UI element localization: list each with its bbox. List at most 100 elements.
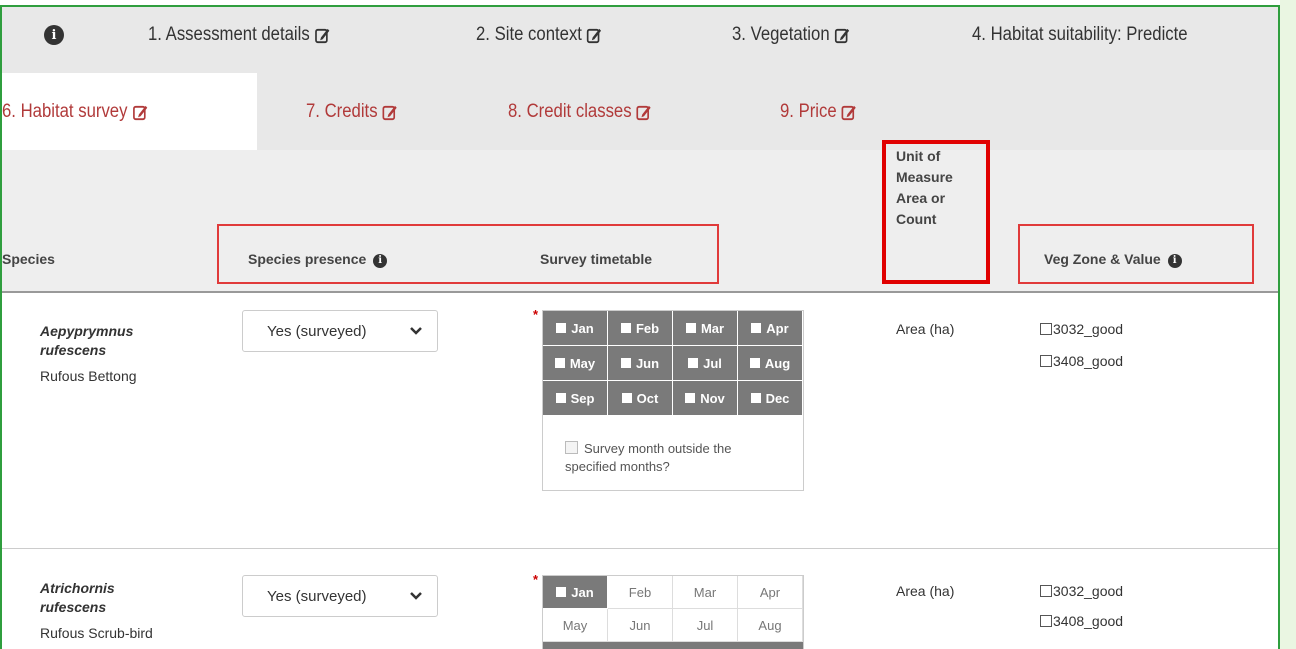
checkbox[interactable]	[1040, 355, 1052, 367]
tab-label: 8. Credit classes	[508, 101, 632, 122]
month-checkbox[interactable]: Dec	[738, 381, 803, 416]
tab-assessment-details[interactable]: 1. Assessment details	[148, 23, 331, 47]
month-option[interactable]: May	[543, 609, 608, 642]
month-checkbox[interactable]: Nov	[673, 381, 738, 416]
edit-icon	[382, 105, 398, 120]
month-grid: Jan Feb Mar Apr May Jun Jul Aug Sep Oct …	[543, 311, 803, 416]
latin-line: Aepyprymnus	[40, 323, 134, 339]
select-value: Yes (surveyed)	[267, 587, 367, 605]
month-label: Feb	[628, 584, 652, 600]
month-option[interactable]: Feb	[608, 576, 673, 609]
month-checkbox[interactable]: Oct	[608, 381, 673, 416]
month-checkbox[interactable]: Mar	[673, 311, 738, 346]
header-species: Species	[2, 251, 55, 267]
tab-credit-classes[interactable]: 8. Credit classes	[508, 100, 653, 124]
month-option[interactable]: Jul	[673, 609, 738, 642]
month-label: Sep	[570, 390, 595, 406]
month-label: Jan	[571, 320, 594, 336]
latin-line: rufescens	[40, 599, 107, 615]
month-label: Jul	[696, 617, 714, 633]
header-divider	[2, 291, 1278, 293]
header-label: Veg Zone & Value	[1044, 251, 1161, 267]
header-line: Count	[896, 211, 937, 227]
veg-zone-checkbox[interactable]: 3032_good	[1040, 321, 1123, 337]
tab-label: 2. Site context	[476, 24, 582, 45]
checkbox[interactable]	[1040, 615, 1052, 627]
month-grid-next-row	[543, 642, 803, 649]
species-latin-name: Atrichornis rufescens	[40, 579, 115, 617]
tab-label: 7. Credits	[306, 101, 378, 122]
month-checkbox[interactable]: Jan	[543, 576, 608, 609]
month-grid: Jan Feb Mar Apr May Jun Jul Aug	[543, 576, 803, 642]
table-header: Species Species presence i Survey timeta…	[2, 140, 1278, 292]
month-checkbox[interactable]: Feb	[608, 311, 673, 346]
tab-label: 9. Price	[780, 101, 837, 122]
checkbox[interactable]	[1040, 585, 1052, 597]
edit-icon	[834, 28, 850, 43]
month-option[interactable]: Aug	[738, 609, 803, 642]
month-checkbox[interactable]: Jul	[673, 346, 738, 381]
unit-of-measure-value: Area (ha)	[896, 321, 955, 337]
tab-label: 1. Assessment details	[148, 24, 310, 45]
month-label: Aug	[764, 355, 791, 371]
assessment-frame: i 1. Assessment details 2. Site context …	[0, 5, 1280, 649]
veg-zone-checkbox[interactable]: 3408_good	[1040, 353, 1123, 369]
month-label: Apr	[759, 584, 781, 600]
month-label: Jul	[703, 355, 722, 371]
tab-vegetation[interactable]: 3. Vegetation	[732, 23, 851, 47]
month-option[interactable]: Jun	[608, 609, 673, 642]
month-label: Feb	[635, 320, 660, 336]
info-icon[interactable]: i	[44, 25, 64, 45]
month-checkbox[interactable]: Sep	[543, 381, 608, 416]
required-asterisk: *	[533, 572, 539, 587]
veg-zone-checkbox[interactable]: 3032_good	[1040, 583, 1123, 599]
tab-price[interactable]: 9. Price	[780, 100, 858, 124]
month-label: Apr	[766, 320, 789, 336]
month-label: Oct	[636, 390, 659, 406]
species-presence-select[interactable]: Yes (surveyed)	[242, 575, 438, 617]
tab-label: 6. Habitat survey	[2, 101, 128, 122]
month-checkbox[interactable]: Aug	[738, 346, 803, 381]
header-species-presence: Species presence i	[248, 251, 388, 268]
info-icon[interactable]: i	[373, 254, 388, 268]
survey-timetable-calendar: Jan Feb Mar Apr May Jun Jul Aug Sep Oct …	[542, 310, 804, 491]
month-checkbox[interactable]: Jan	[543, 311, 608, 346]
header-line: Measure	[896, 169, 953, 185]
header-line: Area or	[896, 190, 946, 206]
month-option[interactable]: Mar	[673, 576, 738, 609]
checkbox[interactable]	[1040, 323, 1052, 335]
tab-habitat-survey[interactable]: 6. Habitat survey	[2, 100, 149, 124]
species-common-name: Rufous Bettong	[40, 368, 137, 384]
tab-label: 4. Habitat suitability: Predicte	[972, 24, 1188, 45]
outside-months-label: Survey month outside the specified month…	[565, 441, 732, 474]
species-presence-select[interactable]: Yes (surveyed)	[242, 310, 438, 352]
right-side-panel-strip	[1280, 0, 1296, 649]
unit-of-measure-value: Area (ha)	[896, 583, 955, 599]
species-common-name: Rufous Scrub-bird	[40, 625, 153, 641]
survey-timetable-calendar: Jan Feb Mar Apr May Jun Jul Aug	[542, 575, 804, 649]
outside-months-checkbox[interactable]	[565, 441, 578, 454]
species-latin-name: Aepyprymnus rufescens	[40, 322, 133, 360]
tab-habitat-suitability[interactable]: 4. Habitat suitability: Predicte	[972, 23, 1188, 47]
month-checkbox[interactable]: Apr	[738, 311, 803, 346]
info-icon[interactable]: i	[1167, 254, 1182, 268]
edit-icon	[314, 28, 330, 43]
edit-icon	[587, 28, 602, 43]
tab-credits[interactable]: 7. Credits	[306, 100, 399, 124]
header-label: Species presence	[248, 251, 367, 267]
month-option[interactable]: Apr	[738, 576, 803, 609]
chevron-down-icon	[410, 592, 422, 600]
month-label: Jan	[571, 584, 594, 600]
header-unit-of-measure: Unit of Measure Area or Count	[896, 146, 953, 230]
tab-site-context[interactable]: 2. Site context	[476, 23, 603, 47]
veg-zone-label: 3408_good	[1053, 613, 1124, 629]
veg-zone-checkbox[interactable]: 3408_good	[1040, 613, 1123, 629]
row-divider	[2, 548, 1278, 549]
outside-months-option[interactable]: Survey month outside the specified month…	[543, 416, 803, 490]
month-checkbox[interactable]: Jun	[608, 346, 673, 381]
month-label: Aug	[758, 617, 782, 633]
header-veg-zone: Veg Zone & Value i	[1044, 251, 1182, 268]
month-checkbox[interactable]: May	[543, 346, 608, 381]
tab-label: 3. Vegetation	[732, 24, 830, 45]
latin-line: Atrichornis	[40, 580, 115, 596]
